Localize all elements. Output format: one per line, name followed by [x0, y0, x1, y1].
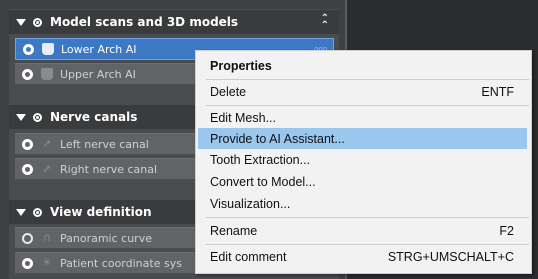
arc-icon: ∩: [42, 231, 52, 244]
collapse-triangle-icon[interactable]: [16, 18, 26, 26]
curve-icon: ➚: [42, 162, 52, 175]
visibility-icon[interactable]: [33, 207, 42, 217]
shortcut: ENTF: [481, 84, 514, 99]
context-menu: Properties Delete ENTF Edit Mesh... Prov…: [195, 50, 532, 274]
group-title: Nerve canals: [50, 110, 138, 124]
chevrons-up-icon[interactable]: ⌃ ⌃: [321, 14, 329, 31]
menu-item-provide-to-ai-assistant[interactable]: Provide to AI Assistant...: [198, 128, 527, 149]
visibility-toggle[interactable]: [22, 138, 33, 150]
menu-separator: [206, 79, 529, 80]
visibility-toggle[interactable]: [22, 163, 33, 175]
item-label: Patient coordinate sys: [60, 256, 182, 270]
menu-item-convert-to-model[interactable]: Convert to Model...: [198, 171, 527, 192]
menu-item-rename[interactable]: Rename F2: [198, 220, 527, 241]
curve-icon: ➚: [42, 137, 52, 150]
item-label: Left nerve canal: [60, 137, 149, 151]
menu-item-delete[interactable]: Delete ENTF: [198, 81, 527, 102]
collapse-triangle-icon[interactable]: [16, 208, 26, 216]
item-label: Upper Arch AI: [60, 67, 136, 81]
group-header-models[interactable]: Model scans and 3D models ⌃ ⌃: [9, 10, 339, 34]
menu-item-edit-mesh[interactable]: Edit Mesh...: [198, 107, 527, 128]
menu-item-tooth-extraction[interactable]: Tooth Extraction...: [198, 149, 527, 170]
menu-item-edit-comment[interactable]: Edit comment STRG+UMSCHALT+C: [198, 246, 527, 267]
axes-icon: ✳: [42, 256, 52, 269]
visibility-toggle[interactable]: [22, 68, 33, 80]
item-label: Lower Arch AI: [61, 42, 137, 56]
visibility-icon[interactable]: [33, 17, 42, 27]
menu-item-properties[interactable]: Properties: [198, 55, 527, 76]
shortcut: STRG+UMSCHALT+C: [387, 249, 514, 264]
group-title: Model scans and 3D models: [50, 15, 239, 29]
menu-separator: [206, 244, 529, 245]
visibility-toggle[interactable]: [23, 43, 34, 55]
menu-separator: [206, 105, 529, 106]
shortcut: F2: [499, 223, 514, 238]
visibility-icon[interactable]: [33, 112, 42, 122]
tooth-icon: [41, 68, 53, 80]
collapse-triangle-icon[interactable]: [16, 113, 26, 121]
tooth-icon: [42, 43, 54, 55]
menu-item-visualization[interactable]: Visualization...: [198, 193, 527, 214]
item-label: Panoramic curve: [60, 231, 152, 245]
visibility-toggle[interactable]: [22, 257, 33, 269]
item-label: Right nerve canal: [60, 162, 158, 176]
menu-separator: [206, 217, 529, 218]
visibility-toggle[interactable]: [22, 232, 33, 244]
group-title: View definition: [50, 205, 152, 219]
